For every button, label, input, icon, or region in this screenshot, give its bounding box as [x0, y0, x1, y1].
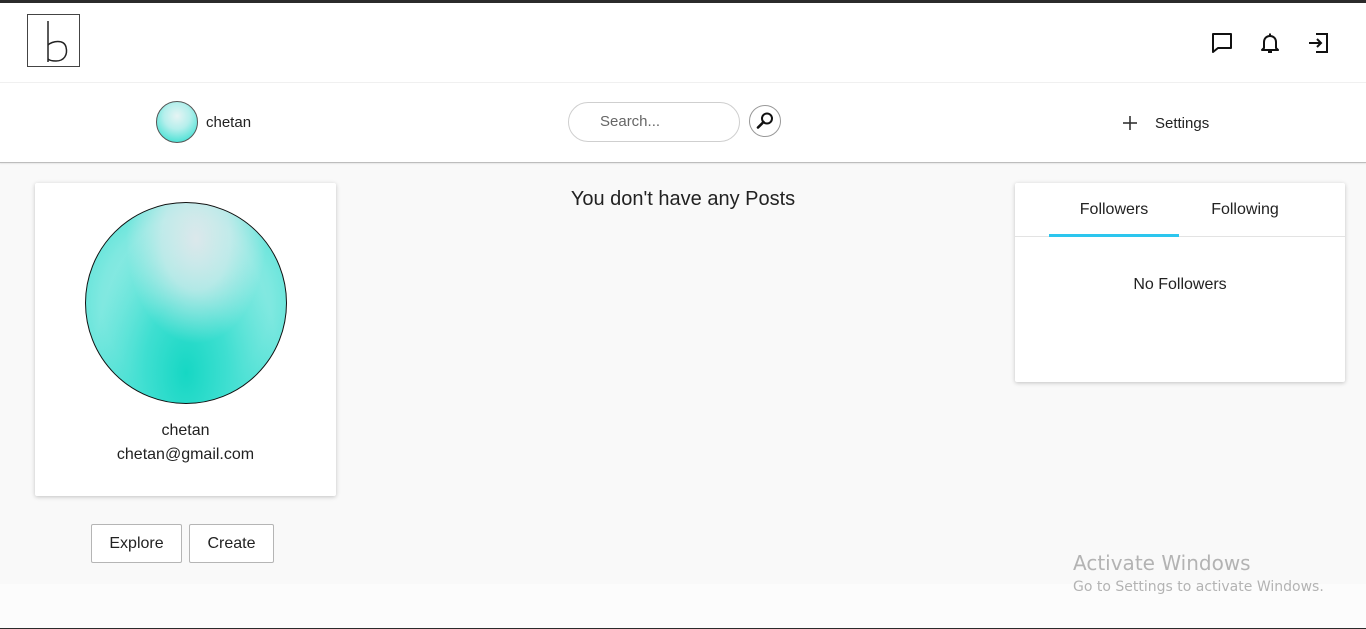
b-logo-icon[interactable]: [27, 14, 80, 67]
app-header: [0, 3, 1366, 83]
active-tab-indicator: [1049, 234, 1179, 237]
chat-icon[interactable]: [1210, 31, 1234, 55]
watermark-title: Activate Windows: [1073, 551, 1251, 575]
watermark-subtitle: Go to Settings to activate Windows.: [1073, 579, 1324, 595]
nav-bar: chetan Settings: [0, 83, 1366, 163]
activate-windows-watermark: Activate Windows Go to Settings to activ…: [1073, 551, 1324, 595]
tab-following[interactable]: Following: [1180, 183, 1310, 236]
settings-label: Settings: [1155, 114, 1210, 132]
create-button[interactable]: Create: [189, 524, 274, 563]
tab-followers[interactable]: Followers: [1049, 183, 1179, 236]
profile-name: chetan: [161, 422, 210, 439]
search-button[interactable]: [749, 105, 781, 137]
no-posts-message: You don't have any Posts: [570, 188, 796, 210]
profile-card: chetan chetan@gmail.com: [35, 183, 336, 496]
search-icon: [756, 112, 773, 129]
settings-button[interactable]: Settings: [1120, 112, 1209, 134]
nav-user-name: chetan: [206, 113, 252, 131]
follow-card: Followers Following No Followers: [1015, 183, 1345, 382]
no-followers-message: No Followers: [1133, 276, 1227, 293]
bell-icon[interactable]: [1258, 31, 1282, 55]
profile-email: chetan@gmail.com: [116, 446, 255, 463]
avatar: [156, 101, 198, 143]
plus-icon: [1123, 116, 1137, 130]
follow-tabs: Followers Following: [1015, 183, 1345, 237]
search-input[interactable]: [600, 103, 730, 139]
explore-button[interactable]: Explore: [91, 524, 182, 563]
search-box: [568, 102, 740, 142]
profile-avatar: [85, 202, 287, 404]
logout-icon[interactable]: [1306, 31, 1330, 55]
nav-user-profile-link[interactable]: chetan: [156, 101, 251, 143]
